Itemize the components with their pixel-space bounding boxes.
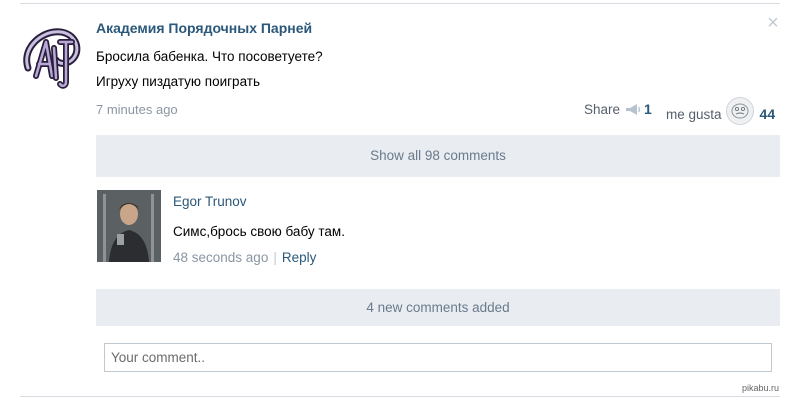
me-gusta-face-icon xyxy=(725,97,754,125)
bottom-divider xyxy=(20,396,780,397)
post-author-link[interactable]: Академия Порядочных Парней xyxy=(96,20,312,36)
comment-author-avatar[interactable] xyxy=(97,190,161,262)
post-timestamp[interactable]: 7 minutes ago xyxy=(96,102,178,117)
reply-link[interactable]: Reply xyxy=(282,250,317,265)
group-avatar[interactable] xyxy=(20,20,84,90)
share-count: 1 xyxy=(644,101,652,117)
close-icon[interactable]: × xyxy=(764,13,782,33)
comment-timestamp[interactable]: 48 seconds ago xyxy=(173,250,268,265)
new-comments-button[interactable]: 4 new comments added xyxy=(96,289,780,326)
watermark: pikabu.ru xyxy=(742,383,780,393)
share-button[interactable]: Share 1 xyxy=(584,101,652,117)
megaphone-icon xyxy=(626,103,641,115)
post-text-line-1: Бросила бабенка. Что посоветуете? xyxy=(96,49,323,64)
meta-separator: | xyxy=(273,250,277,265)
top-divider xyxy=(20,3,780,4)
share-label: Share xyxy=(584,101,621,117)
comment-input[interactable] xyxy=(104,343,772,372)
comment-meta: 48 seconds ago | Reply xyxy=(173,250,316,265)
like-label: me gusta xyxy=(666,106,722,122)
group-logo-icon xyxy=(23,28,81,89)
like-count: 44 xyxy=(759,106,776,122)
like-button[interactable]: me gusta 44 xyxy=(666,97,776,125)
show-all-comments-button[interactable]: Show all 98 comments xyxy=(96,135,780,177)
comment-text: Симс,брось свою бабу там. xyxy=(173,224,345,239)
post-text-line-2: Игруху пиздатую поиграть xyxy=(96,74,260,89)
comment-author-link[interactable]: Egor Trunov xyxy=(173,194,247,209)
